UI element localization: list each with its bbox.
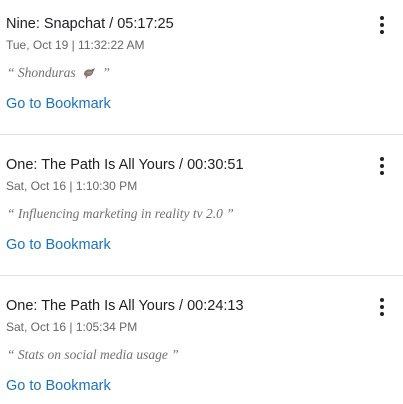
more-vert-icon <box>380 298 384 316</box>
bookmark-card: One: The Path Is All Yours / 00:24:13 Sa… <box>0 282 403 404</box>
bookmark-list: Nine: Snapchat / 05:17:25 Tue, Oct 19 | … <box>0 0 403 404</box>
pigeon-emoji-icon <box>82 65 97 85</box>
more-vert-icon <box>380 157 384 175</box>
bookmark-timestamp: Sat, Oct 16 | 1:05:34 PM <box>6 320 138 334</box>
go-to-bookmark-link[interactable]: Go to Bookmark <box>6 377 111 395</box>
bookmark-timestamp: Sat, Oct 16 | 1:10:30 PM <box>6 179 138 193</box>
more-options-button[interactable] <box>374 296 390 318</box>
more-options-button[interactable] <box>374 14 390 36</box>
bookmark-note: “ Stats on social media usage ” <box>7 347 179 362</box>
bookmark-title: One: The Path Is All Yours / 00:24:13 <box>6 298 244 314</box>
bookmark-title: One: The Path Is All Yours / 00:30:51 <box>6 157 244 173</box>
bookmark-note: “ Shonduras ” <box>7 64 110 85</box>
divider <box>0 275 403 276</box>
go-to-bookmark-link[interactable]: Go to Bookmark <box>6 236 111 254</box>
divider <box>0 134 403 135</box>
more-vert-icon <box>380 16 384 34</box>
bookmark-note-close: ” <box>102 65 110 80</box>
bookmark-card: One: The Path Is All Yours / 00:30:51 Sa… <box>0 141 403 276</box>
bookmark-note: “ Influencing marketing in reality tv 2.… <box>7 206 234 221</box>
bookmark-card: Nine: Snapchat / 05:17:25 Tue, Oct 19 | … <box>0 0 403 135</box>
bookmark-title: Nine: Snapchat / 05:17:25 <box>6 16 174 32</box>
bookmark-timestamp: Tue, Oct 19 | 11:32:22 AM <box>6 38 145 52</box>
go-to-bookmark-link[interactable]: Go to Bookmark <box>6 95 111 113</box>
bookmark-note-text: “ Shonduras <box>7 65 76 80</box>
more-options-button[interactable] <box>374 155 390 177</box>
